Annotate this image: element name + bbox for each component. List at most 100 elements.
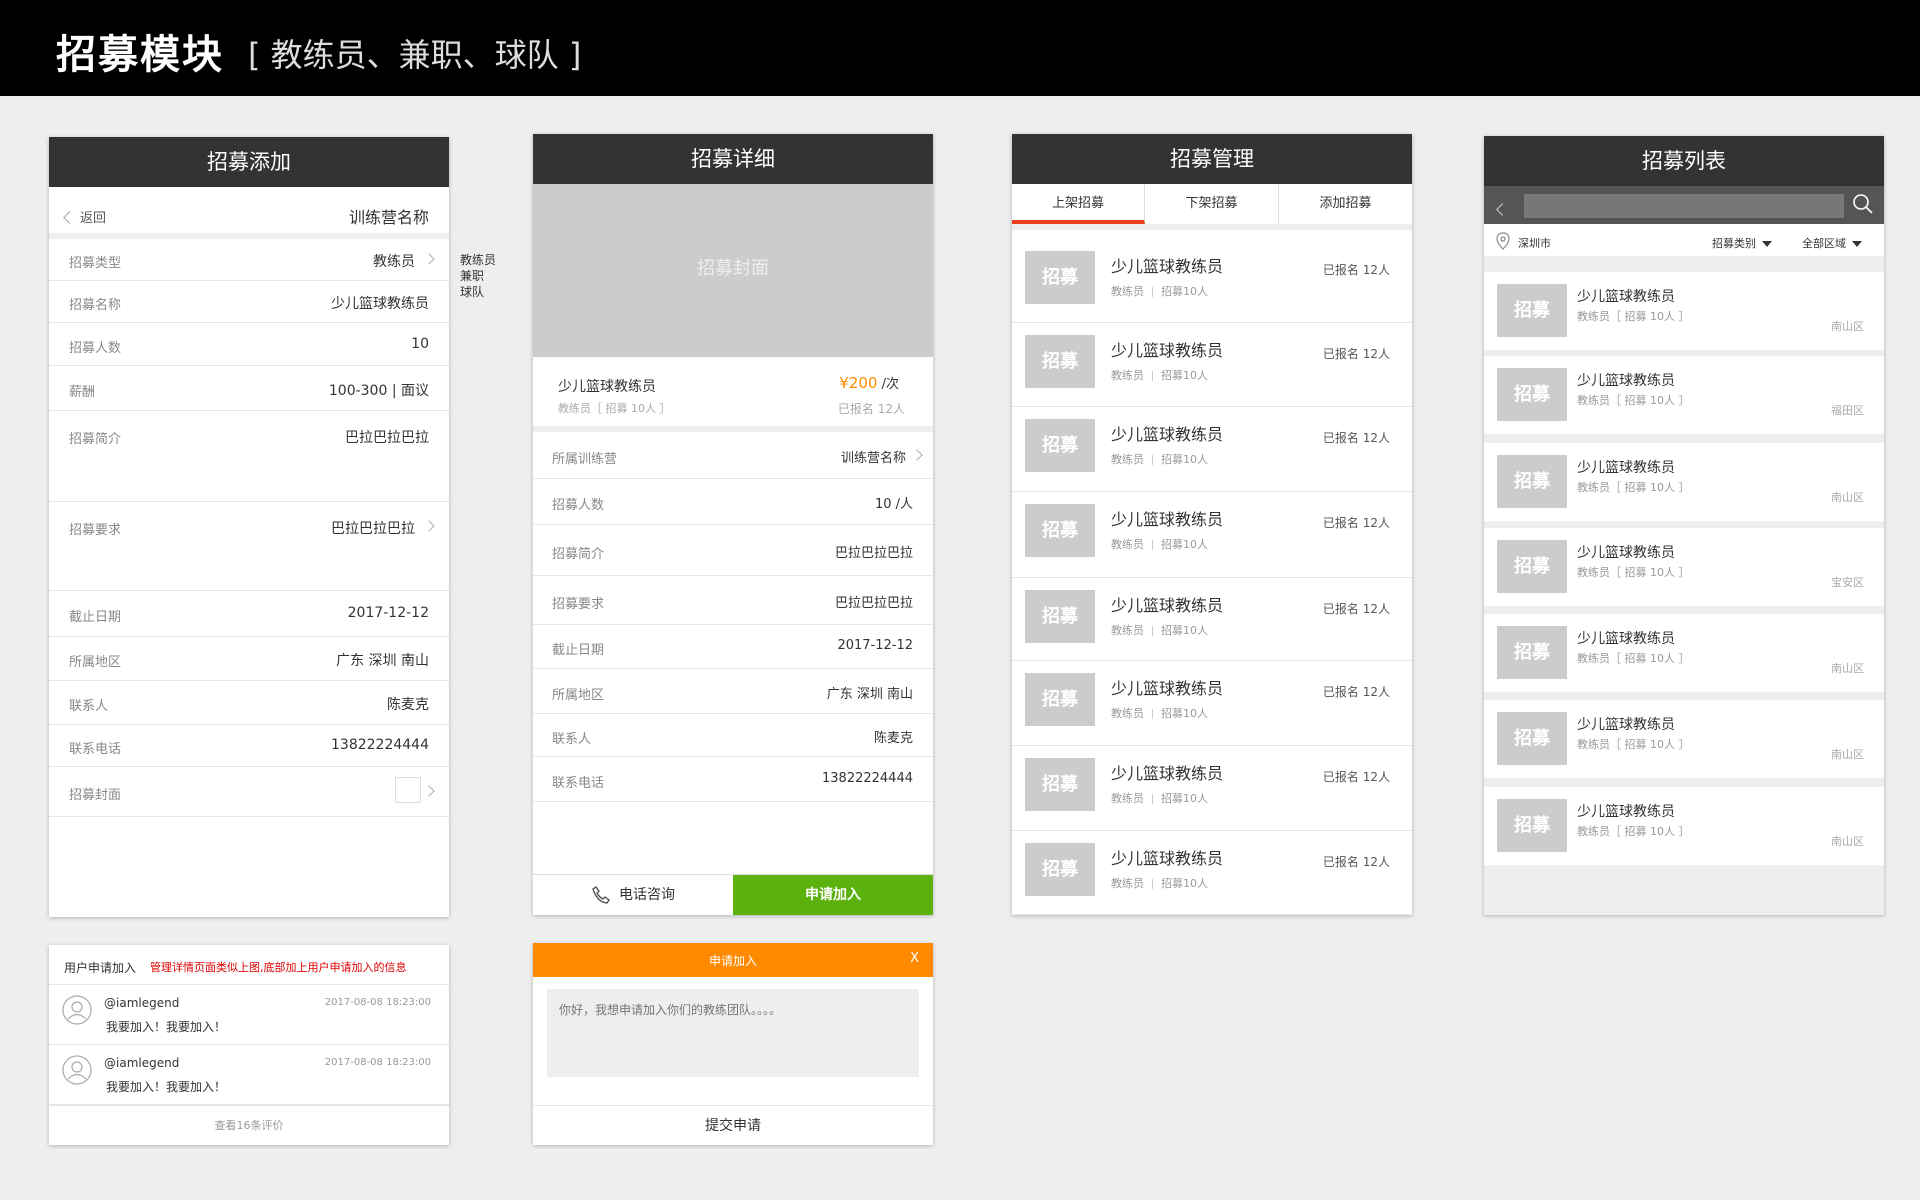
apply-message-input[interactable]: [547, 989, 919, 1077]
close-button[interactable]: X: [910, 951, 919, 966]
manage-list-item[interactable]: 招募 少儿篮球教练员 教练员 招募10人 已报名 12人: [1012, 746, 1412, 831]
separator: [1152, 287, 1153, 297]
manage-list-item[interactable]: 招募 少儿篮球教练员 教练员 招募10人 已报名 12人: [1012, 323, 1412, 407]
recruit-type: 教练员: [1111, 538, 1144, 551]
recruit-name: 少儿篮球教练员: [1111, 257, 1224, 276]
manage-list-item[interactable]: 招募 少儿篮球教练员 教练员 招募10人 已报名 12人: [1012, 407, 1412, 492]
form-label: 招募名称: [69, 298, 122, 313]
phone-consult-button[interactable]: 电话咨询: [533, 875, 733, 915]
form-row[interactable]: 联系人 陈麦克: [49, 681, 449, 725]
recruit-count: 招募10人: [1161, 792, 1208, 805]
filter-area-dropdown[interactable]: 全部区域: [1802, 235, 1862, 251]
form-row[interactable]: 联系电话 13822224444: [49, 725, 449, 767]
detail-value: 10 /人: [874, 497, 913, 512]
recruit-name: 少儿篮球教练员: [1111, 341, 1224, 360]
back-button[interactable]: 返回: [63, 207, 106, 226]
form-label: 招募简介: [69, 432, 122, 447]
filter-type-dropdown[interactable]: 招募类别: [1712, 235, 1772, 251]
form-value: 13822224444: [331, 737, 429, 753]
form-label: 招募要求: [69, 523, 122, 538]
chevron-left-icon: [1496, 203, 1509, 216]
recruit-type: 教练员: [1111, 624, 1144, 637]
detail-row: 截止日期 2017-12-12: [533, 625, 933, 669]
manage-list-item[interactable]: 招募 少儿篮球教练员 教练员 招募10人 已报名 12人: [1012, 492, 1412, 578]
form-row[interactable]: 薪酬 100-300 | 面议: [49, 366, 449, 411]
apply-dialog: 申请加入 X 提交申请: [533, 943, 933, 1145]
tab-add[interactable]: 添加招募: [1279, 184, 1412, 224]
form-value: 100-300 | 面议: [328, 383, 429, 399]
recruit-detail-panel: 招募详细 招募封面 少儿篮球教练员 教练员［ 招募 10人 ］ ¥200 /次 …: [533, 134, 933, 915]
apply-dialog-title: 申请加入: [708, 954, 757, 968]
detail-label: 招募要求: [552, 597, 605, 612]
detail-row: 联系人 陈麦克: [533, 714, 933, 757]
recruit-sub: 教练员［ 招募 10人 ］: [558, 402, 671, 415]
manage-list-item[interactable]: 招募 少儿篮球教练员 教练员 招募10人 已报名 12人: [1012, 578, 1412, 661]
separator: [1152, 879, 1153, 889]
recruit-list-item[interactable]: 招募 少儿篮球教练员 教练员［ 招募 10人 ］ 南山区: [1484, 787, 1884, 865]
form-row[interactable]: 招募要求 巴拉巴拉巴拉: [49, 502, 449, 591]
recruit-thumbnail: 招募: [1497, 284, 1567, 337]
recruit-meta: 教练员 招募10人: [1111, 451, 1208, 467]
recruit-thumbnail: 招募: [1497, 712, 1567, 765]
detail-label: 所属训练营: [552, 452, 618, 467]
recruit-list-item[interactable]: 招募 少儿篮球教练员 教练员［ 招募 10人 ］ 宝安区: [1484, 528, 1884, 606]
recruit-meta: 教练员 招募10人: [1111, 875, 1208, 891]
recruit-name: 少儿篮球教练员: [1577, 460, 1675, 476]
search-icon[interactable]: [1852, 193, 1874, 215]
caret-down-icon: [1762, 241, 1772, 247]
back-button[interactable]: [1496, 199, 1509, 218]
recruit-thumbnail: 招募: [1025, 419, 1095, 472]
applicant-message: 我要加入！我要加入！: [106, 1020, 227, 1034]
recruit-name: 少儿篮球教练员: [1111, 679, 1224, 698]
recruit-list-item[interactable]: 招募 少儿篮球教练员 教练员［ 招募 10人 ］ 南山区: [1484, 443, 1884, 521]
city-label: 深圳市: [1518, 237, 1551, 250]
recruit-thumbnail: 招募: [1497, 626, 1567, 679]
recruit-list-item[interactable]: 招募 少儿篮球教练员 教练员［ 招募 10人 ］ 南山区: [1484, 700, 1884, 778]
tab-offline[interactable]: 下架招募: [1145, 184, 1279, 224]
recruit-thumbnail: 招募: [1025, 590, 1095, 643]
recruit-meta: 教练员 招募10人: [1111, 367, 1208, 383]
recruit-thumbnail: 招募: [1025, 251, 1095, 304]
form-label: 招募类型: [69, 256, 122, 271]
signed-count: 已报名 12人: [1322, 685, 1390, 699]
detail-label: 所属地区: [552, 688, 605, 703]
form-row[interactable]: 招募封面: [49, 767, 449, 817]
recruit-name: 少儿篮球教练员: [1577, 545, 1675, 561]
recruit-sub: 教练员［ 招募 10人 ］: [1577, 738, 1690, 751]
form-row[interactable]: 招募类型 教练员: [49, 239, 449, 281]
recruit-thumbnail: 招募: [1497, 455, 1567, 508]
recruit-thumbnail: 招募: [1497, 540, 1567, 593]
area-label: 南山区: [1831, 748, 1864, 761]
signed-count: 已报名 12人: [1322, 263, 1390, 277]
recruit-list-item[interactable]: 招募 少儿篮球教练员 教练员［ 招募 10人 ］ 南山区: [1484, 272, 1884, 350]
phone-icon: [592, 886, 610, 904]
applicant-item: @iamlegend 2017-08-08 18:23:00 我要加入！我要加入！: [49, 1045, 449, 1105]
search-input[interactable]: [1524, 194, 1844, 218]
form-row[interactable]: 招募人数 10: [49, 323, 449, 366]
recruit-list-item[interactable]: 招募 少儿篮球教练员 教练员［ 招募 10人 ］ 福田区: [1484, 356, 1884, 434]
recruit-name: 少儿篮球教练员: [1111, 849, 1224, 868]
area-label: 南山区: [1831, 662, 1864, 675]
recruit-list-item[interactable]: 招募 少儿篮球教练员 教练员［ 招募 10人 ］ 南山区: [1484, 614, 1884, 692]
detail-label: 招募简介: [552, 547, 605, 562]
form-row[interactable]: 所属地区 广东 深圳 南山: [49, 637, 449, 681]
form-row[interactable]: 招募名称 少儿篮球教练员: [49, 281, 449, 323]
form-label: 截止日期: [69, 610, 122, 625]
recruit-type: 教练员: [1111, 285, 1144, 298]
manage-list-item[interactable]: 招募 少儿篮球教练员 教练员 招募10人 已报名 12人: [1012, 661, 1412, 746]
view-more-link[interactable]: 查看16条评价: [49, 1105, 449, 1145]
cover-upload-box[interactable]: [395, 777, 421, 803]
form-row[interactable]: 招募简介 巴拉巴拉巴拉: [49, 411, 449, 502]
manage-list-item[interactable]: 招募 少儿篮球教练员 教练员 招募10人 已报名 12人: [1012, 230, 1412, 323]
submit-apply-button[interactable]: 提交申请: [533, 1105, 933, 1145]
recruit-count: 招募10人: [1161, 624, 1208, 637]
detail-row: 所属地区 广东 深圳 南山: [533, 669, 933, 714]
manage-list-item[interactable]: 招募 少儿篮球教练员 教练员 招募10人 已报名 12人: [1012, 831, 1412, 915]
detail-row[interactable]: 所属训练营 训练营名称: [533, 432, 933, 479]
apply-join-button[interactable]: 申请加入: [733, 875, 933, 915]
form-label: 招募人数: [69, 341, 122, 356]
form-row[interactable]: 截止日期 2017-12-12: [49, 591, 449, 637]
tab-online[interactable]: 上架招募: [1012, 184, 1145, 224]
applicant-username: @iamlegend: [104, 1056, 180, 1070]
camp-name: 训练营名称: [348, 208, 429, 227]
